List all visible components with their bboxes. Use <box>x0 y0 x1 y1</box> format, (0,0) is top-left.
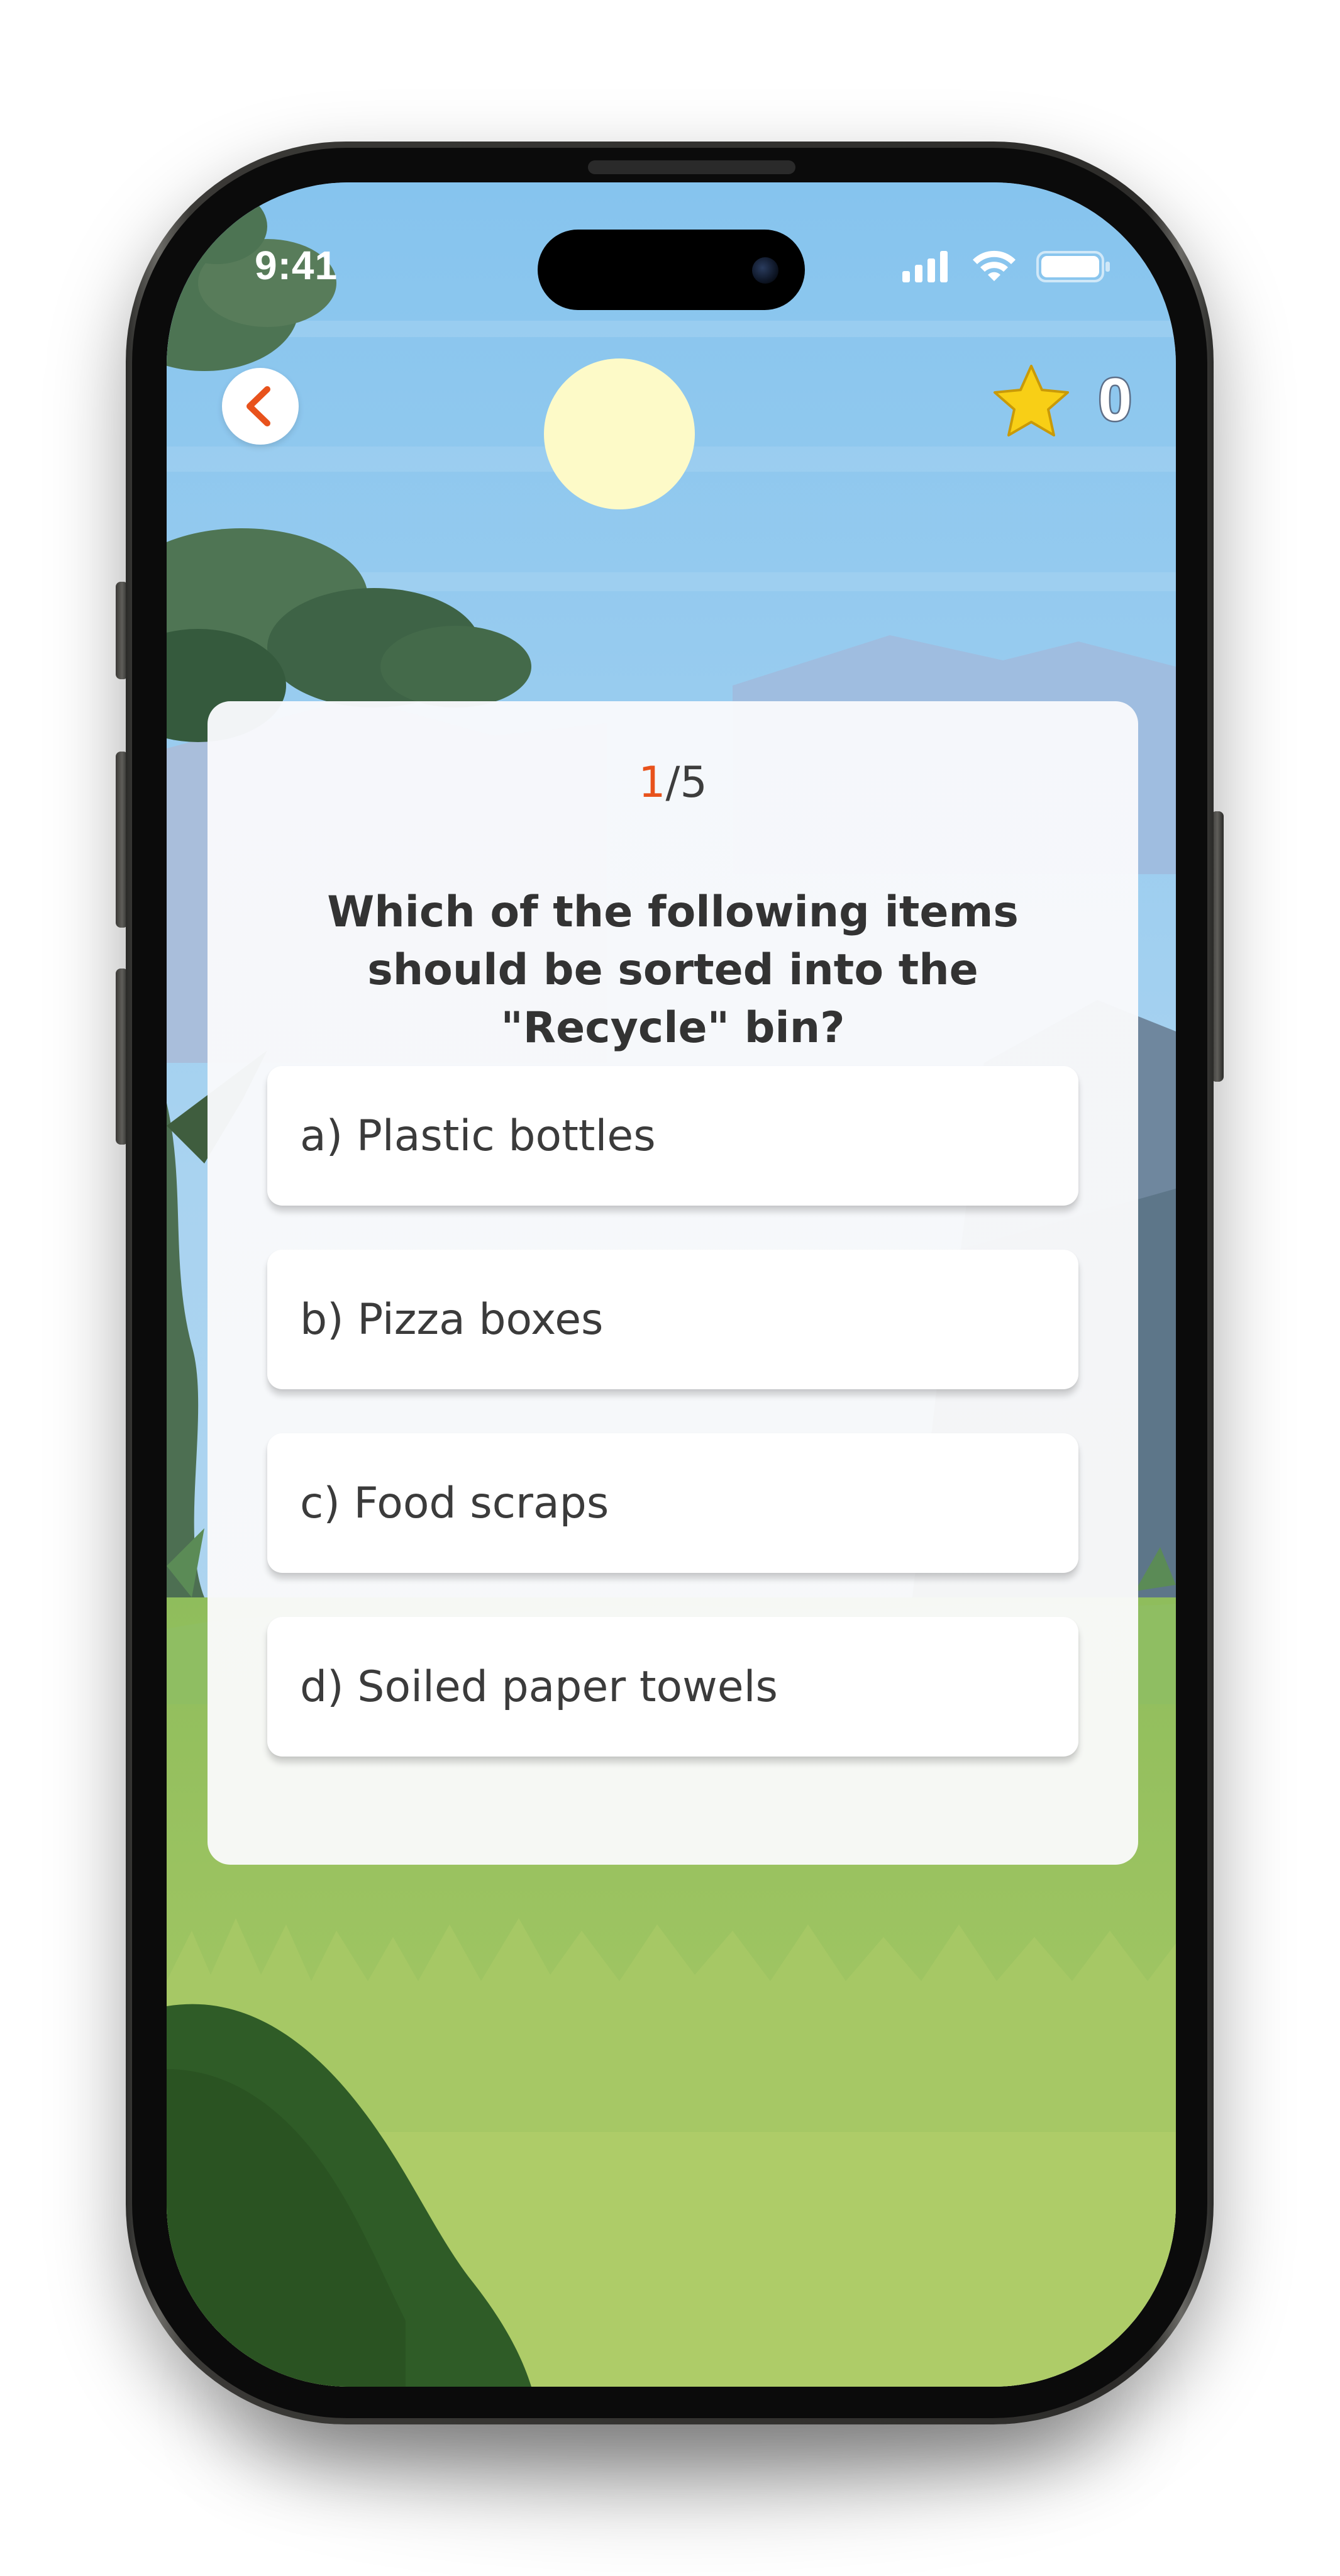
sun <box>544 358 695 509</box>
earpiece <box>588 160 795 174</box>
chevron-left-icon <box>246 386 270 426</box>
answer-option-d[interactable]: d) Soiled paper towels <box>267 1617 1078 1757</box>
question-text: Which of the following items should be s… <box>327 887 1019 1053</box>
page: 9:41 0 1/5 Which of the following items … <box>0 0 1340 2576</box>
battery-icon <box>1036 251 1110 282</box>
answer-options: a) Plastic bottles b) Pizza boxes c) Foo… <box>267 1066 1078 1801</box>
phone-screen: 9:41 0 1/5 Which of the following items … <box>167 182 1176 2387</box>
question-progress: 1/5 <box>208 758 1138 808</box>
answer-option-c[interactable]: c) Food scraps <box>267 1433 1078 1573</box>
answer-option-a[interactable]: a) Plastic bottles <box>267 1066 1078 1206</box>
status-icons <box>902 248 1116 286</box>
star-icon <box>994 365 1069 436</box>
status-time: 9:41 <box>255 243 338 288</box>
score-value: 0 <box>1097 366 1133 433</box>
back-button[interactable] <box>222 368 299 445</box>
score-counter: 0 <box>987 358 1138 447</box>
front-camera <box>752 257 778 284</box>
answer-option-b[interactable]: b) Pizza boxes <box>267 1250 1078 1389</box>
signal-icon <box>902 251 948 282</box>
progress-total: /5 <box>665 758 707 808</box>
progress-current: 1 <box>638 758 666 808</box>
dynamic-island <box>538 230 805 310</box>
wifi-icon <box>973 250 1016 281</box>
quiz-card: 1/5 Which of the following items should … <box>208 701 1138 1865</box>
